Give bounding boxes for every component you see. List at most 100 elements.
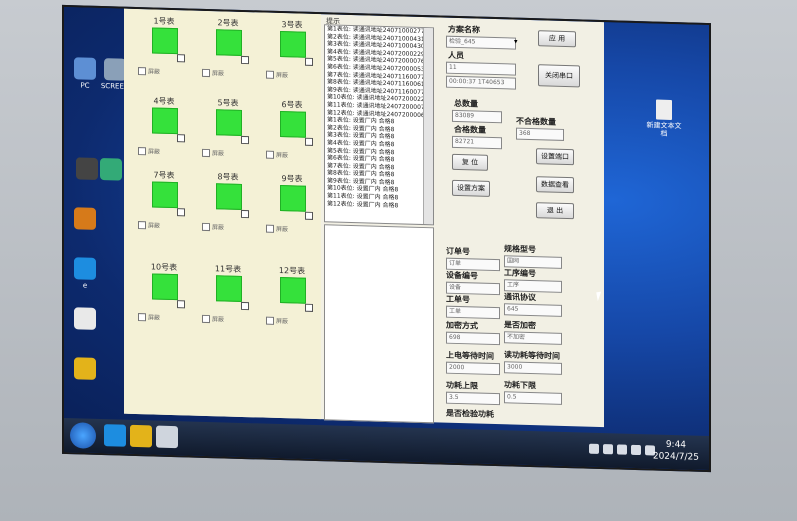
flag-icon[interactable] — [617, 444, 627, 455]
pass-label: 合格数量 — [454, 124, 486, 135]
reset-button[interactable]: 复 位 — [452, 153, 488, 171]
meter-checkbox[interactable] — [241, 55, 249, 65]
meter-label: 7号表 — [153, 170, 175, 181]
close-port-button[interactable]: 关闭串口 — [538, 64, 580, 88]
app-taskbar-icon[interactable] — [156, 425, 178, 449]
meter-label: 1号表 — [153, 16, 175, 27]
meter-checkbox[interactable] — [241, 209, 249, 219]
meter-status-indicator — [280, 277, 306, 304]
protocol-field[interactable]: 645 — [504, 303, 562, 317]
clock-date: 2024/7/25 — [652, 451, 699, 463]
meter-shield-checkbox[interactable] — [138, 147, 146, 156]
desktop-icon[interactable]: PC — [68, 57, 102, 90]
meter-shield-checkbox[interactable] — [266, 316, 274, 325]
meter-label: 5号表 — [217, 98, 239, 108]
fail-field: 368 — [516, 127, 564, 141]
exit-button[interactable]: 退 出 — [536, 202, 574, 220]
data-query-button[interactable]: 数据查看 — [536, 176, 574, 194]
encrypt-method-field[interactable]: 698 — [446, 331, 500, 346]
start-button[interactable] — [70, 422, 96, 449]
text-file-icon[interactable]: 新建文本文档 — [644, 99, 684, 138]
meter-checkbox[interactable] — [177, 134, 185, 143]
time-field: 00:00:37 1T40653 — [446, 75, 516, 90]
log-list[interactable]: 第1表位: 读通讯地址240710002776 第2表位: 读通讯地址240710… — [324, 24, 434, 226]
desktop-icon-glyph — [74, 357, 96, 380]
desktop-icon[interactable] — [94, 157, 128, 183]
encrypt-flag-label: 是否加密 — [504, 320, 536, 331]
desktop-icon[interactable] — [68, 357, 102, 382]
desktop-icon[interactable]: e — [68, 257, 102, 290]
meter-status-indicator — [152, 107, 178, 135]
volume-icon[interactable] — [631, 444, 641, 456]
folder-taskbar-icon[interactable] — [130, 424, 152, 448]
meter-checkbox[interactable] — [177, 208, 185, 217]
model-label: 规格型号 — [504, 244, 536, 255]
staff-field[interactable]: 11 — [446, 61, 516, 76]
meter-tile[interactable]: 9号表 屏蔽 — [262, 173, 322, 265]
meter-label: 9号表 — [281, 174, 303, 184]
meter-checkbox[interactable] — [305, 137, 313, 146]
meter-shield-checkbox[interactable] — [266, 70, 274, 79]
meter-tile[interactable]: 11号表 屏蔽 — [198, 263, 258, 355]
power-wait-field[interactable]: 2000 — [446, 361, 500, 376]
desktop-icon[interactable] — [68, 207, 102, 232]
apply-button[interactable]: 应 用 — [538, 30, 576, 48]
secondary-log[interactable] — [324, 224, 434, 424]
meter-checkbox[interactable] — [177, 54, 185, 63]
meter-shield-label: 屏蔽 — [148, 314, 161, 322]
meter-grid: 1号表 屏蔽 2号表 屏蔽 3号表 屏蔽 4号表 屏蔽 5号表 屏蔽 6号表 屏蔽 7号表 屏蔽 8号表 屏蔽… — [124, 8, 322, 420]
ie-taskbar-icon[interactable] — [104, 424, 126, 447]
work-label: 工单号 — [446, 294, 470, 305]
encrypt-flag-field[interactable]: 不加密 — [504, 331, 562, 345]
meter-tile[interactable]: 1号表 屏蔽 — [134, 15, 194, 107]
meter-shield-checkbox[interactable] — [202, 68, 210, 78]
meter-tile[interactable]: 3号表屏蔽 — [262, 19, 322, 111]
meter-shield-checkbox[interactable] — [138, 67, 146, 76]
meter-shield-checkbox[interactable] — [202, 314, 210, 324]
meter-checkbox[interactable] — [305, 57, 313, 66]
meter-tile[interactable]: 10号表屏蔽 — [134, 261, 194, 353]
lower-field[interactable]: 0.5 — [504, 391, 562, 405]
read-wait-field[interactable]: 3000 — [504, 361, 562, 375]
pass-field: 82721 — [452, 135, 502, 150]
meter-shield-checkbox[interactable] — [266, 150, 274, 159]
set-port-button[interactable]: 设置端口 — [536, 148, 574, 166]
meter-shield-checkbox[interactable] — [138, 313, 146, 322]
meter-tile[interactable]: 8号表 屏蔽 — [198, 171, 258, 263]
meter-tile[interactable]: 2号表 屏蔽 — [198, 17, 258, 109]
clock[interactable]: 9:44 2024/7/25 — [653, 438, 699, 463]
meter-label: 3号表 — [281, 20, 303, 30]
meter-status-indicator — [280, 31, 306, 58]
meter-tile[interactable]: 7号表 屏蔽 — [134, 169, 194, 261]
app-window: 1号表 屏蔽 2号表 屏蔽 3号表 屏蔽 4号表 屏蔽 5号表 屏蔽 6号表 屏蔽 7号表 屏蔽 8号表 屏蔽… — [124, 8, 604, 428]
meter-checkbox[interactable] — [305, 211, 313, 220]
log-scrollbar[interactable] — [423, 28, 433, 225]
desktop-icon-glyph — [100, 157, 122, 181]
set-scheme-button[interactable]: 设置方案 — [452, 179, 490, 197]
scheme-select[interactable]: 检验_645 — [446, 35, 516, 50]
meter-tile[interactable]: 12号表 屏蔽 — [262, 265, 322, 357]
meter-shield-label: 屏蔽 — [212, 224, 225, 232]
tray-icon[interactable] — [589, 443, 599, 454]
meter-shield-checkbox[interactable] — [266, 224, 274, 233]
meter-checkbox[interactable] — [305, 303, 313, 312]
meter-status-indicator — [216, 109, 242, 136]
meter-checkbox[interactable] — [241, 135, 249, 145]
meter-shield-checkbox[interactable] — [202, 148, 210, 158]
chevron-down-icon[interactable]: ▾ — [514, 38, 518, 46]
meter-checkbox[interactable] — [241, 301, 249, 311]
meter-label: 10号表 — [150, 262, 178, 273]
meter-shield-checkbox[interactable] — [202, 222, 210, 232]
meter-status-indicator — [152, 27, 178, 55]
check-power-label: 是否检验功耗 — [446, 408, 494, 420]
meter-checkbox[interactable] — [177, 300, 185, 309]
desktop-icon[interactable] — [68, 307, 102, 332]
meter-shield-label: 屏蔽 — [148, 148, 161, 156]
meter-shield-label: 屏蔽 — [276, 71, 289, 80]
network-icon[interactable] — [603, 444, 613, 455]
upper-field[interactable]: 3.5 — [446, 391, 500, 406]
meter-label: 6号表 — [281, 100, 303, 110]
meter-shield-checkbox[interactable] — [138, 221, 146, 230]
meter-shield-label: 屏蔽 — [212, 150, 225, 158]
work-field[interactable]: 工单 — [446, 305, 500, 320]
